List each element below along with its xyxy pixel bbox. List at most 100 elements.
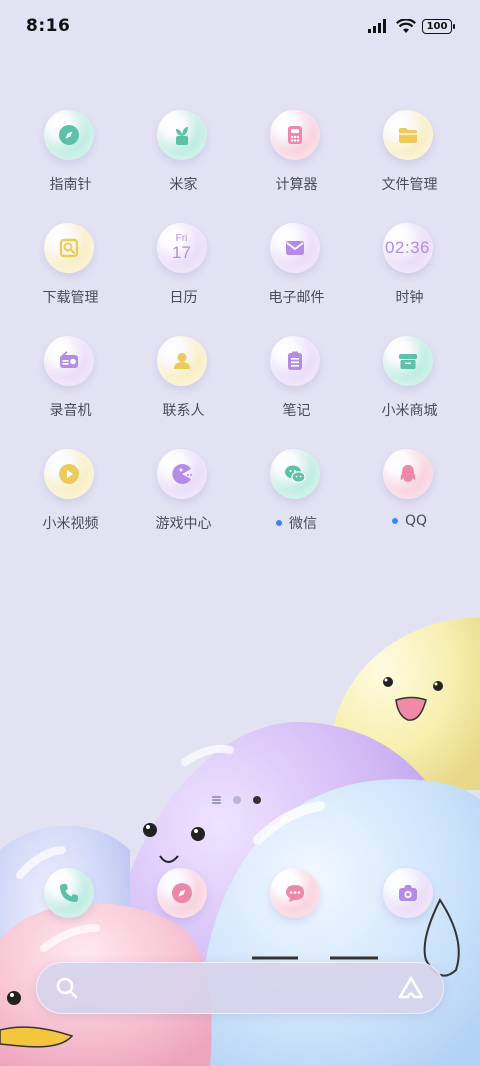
app-icon-bubble[interactable] — [42, 334, 100, 392]
notes-icon — [283, 349, 307, 373]
icon-background — [156, 336, 207, 386]
app-qq-penguin[interactable]: QQ — [353, 447, 466, 533]
app-label: 录音机 — [50, 400, 92, 420]
icon-background — [43, 223, 94, 273]
icon-background — [156, 868, 207, 918]
new-install-dot — [391, 518, 398, 524]
icon-background — [43, 336, 94, 386]
dock-camera[interactable] — [353, 866, 466, 924]
video-play-icon — [57, 462, 81, 486]
app-label: 联系人 — [163, 400, 205, 420]
icon-background — [269, 336, 320, 386]
icon-background — [382, 336, 433, 386]
app-icon-bubble[interactable] — [381, 334, 439, 392]
app-icon-bubble[interactable]: Fri 17 — [155, 221, 213, 279]
app-icon-bubble[interactable] — [381, 447, 439, 505]
status-bar: 8:16 100 — [0, 0, 480, 52]
dock-browser-compass[interactable] — [127, 866, 240, 924]
app-label: 米家 — [170, 174, 198, 194]
app-label: 日历 — [170, 287, 198, 307]
camera-icon — [396, 881, 420, 905]
app-icon-bubble[interactable] — [42, 221, 100, 279]
search-bar[interactable] — [36, 962, 444, 1014]
icon-background — [43, 868, 94, 918]
icon-background — [269, 449, 320, 499]
calendar-icon: Fri 17 — [172, 234, 191, 262]
folder-icon — [396, 123, 420, 147]
calculator-icon — [283, 123, 307, 147]
signal-icon — [368, 19, 386, 33]
app-label: 电子邮件 — [269, 287, 325, 307]
icon-background — [382, 110, 433, 160]
qq-penguin-icon — [396, 462, 420, 486]
status-icons: 100 — [368, 18, 455, 34]
icon-background — [269, 868, 320, 918]
app-label: 游戏中心 — [156, 513, 212, 533]
app-label-text: 计算器 — [275, 177, 318, 193]
messages-icon — [283, 881, 307, 905]
app-folder[interactable]: 文件管理 — [353, 108, 466, 194]
search-icon[interactable] — [55, 976, 79, 1000]
app-calendar[interactable]: Fri 17 日历 — [127, 221, 240, 307]
app-icon-bubble[interactable] — [155, 447, 213, 505]
app-store[interactable]: 小米商城 — [353, 334, 466, 420]
app-icon-bubble[interactable]: 02:36 — [381, 221, 439, 279]
app-label-text: 小米商城 — [381, 403, 438, 419]
mail-icon — [283, 236, 307, 260]
game-center-icon — [170, 462, 194, 486]
wifi-icon — [396, 18, 416, 33]
app-icon-bubble[interactable] — [268, 447, 326, 505]
app-icon-bubble[interactable] — [268, 866, 326, 924]
page-indicator-minus-one[interactable] — [212, 796, 221, 804]
app-icon-bubble[interactable] — [268, 334, 326, 392]
app-label-text: QQ — [404, 513, 428, 529]
icon-background — [269, 110, 320, 160]
app-label-text: 文件管理 — [381, 177, 438, 193]
app-compass[interactable]: 指南针 — [14, 108, 127, 194]
app-label-text: 小米视频 — [42, 516, 99, 532]
app-mail[interactable]: 电子邮件 — [240, 221, 353, 307]
page-indicator-dot-active[interactable] — [253, 796, 261, 804]
app-icon-bubble[interactable] — [42, 866, 100, 924]
app-icon-bubble[interactable] — [381, 108, 439, 166]
app-icon-bubble[interactable] — [155, 866, 213, 924]
dock-messages[interactable] — [240, 866, 353, 924]
app-label-text: 联系人 — [162, 403, 205, 419]
app-icon-bubble[interactable] — [155, 108, 213, 166]
app-icon-bubble[interactable] — [155, 334, 213, 392]
page-indicator[interactable] — [212, 796, 261, 804]
app-icon-bubble[interactable] — [381, 866, 439, 924]
app-label: 指南针 — [50, 174, 92, 194]
app-label-text: 微信 — [289, 516, 317, 532]
assistant-icon[interactable] — [397, 975, 425, 1001]
store-icon — [396, 349, 420, 373]
recorder-icon — [57, 349, 81, 373]
app-label-text: 米家 — [169, 177, 198, 193]
contacts-icon — [170, 349, 194, 373]
app-game-center[interactable]: 游戏中心 — [127, 447, 240, 533]
app-icon-bubble[interactable] — [42, 447, 100, 505]
icon-background — [269, 223, 320, 273]
app-notes[interactable]: 笔记 — [240, 334, 353, 420]
app-label-text: 下载管理 — [42, 290, 99, 306]
icon-background — [382, 868, 433, 918]
app-recorder[interactable]: 录音机 — [14, 334, 127, 420]
app-label: 计算器 — [276, 174, 318, 194]
app-wechat[interactable]: 微信 — [240, 447, 353, 533]
app-clock[interactable]: 02:36 时钟 — [353, 221, 466, 307]
app-download[interactable]: 下载管理 — [14, 221, 127, 307]
dock-phone[interactable] — [14, 866, 127, 924]
app-video-play[interactable]: 小米视频 — [14, 447, 127, 533]
app-label-text: 笔记 — [282, 403, 311, 419]
app-contacts[interactable]: 联系人 — [127, 334, 240, 420]
clock-time: 02:36 — [384, 238, 431, 257]
app-label-text: 游戏中心 — [155, 516, 212, 532]
app-calculator[interactable]: 计算器 — [240, 108, 353, 194]
app-icon-bubble[interactable] — [268, 221, 326, 279]
app-label: 下载管理 — [43, 287, 99, 307]
app-icon-bubble[interactable] — [42, 108, 100, 166]
page-indicator-dot[interactable] — [233, 796, 241, 804]
app-mijia-plant[interactable]: 米家 — [127, 108, 240, 194]
app-label-text: 录音机 — [49, 403, 92, 419]
app-icon-bubble[interactable] — [268, 108, 326, 166]
